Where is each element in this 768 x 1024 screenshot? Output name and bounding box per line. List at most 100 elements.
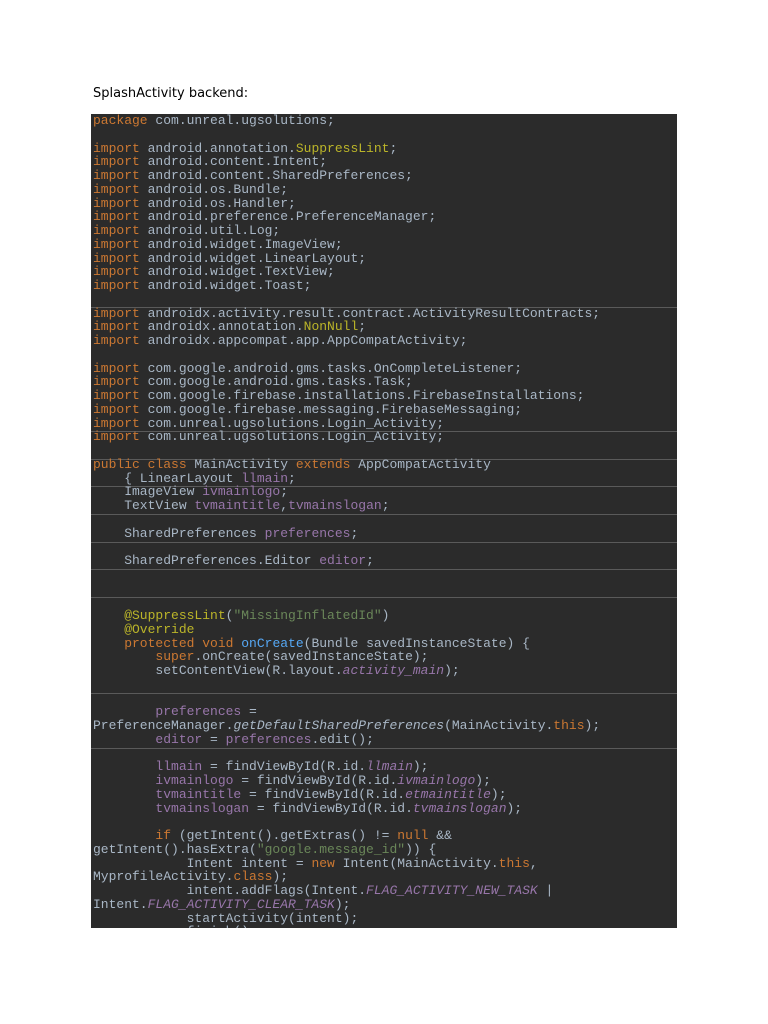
code-line: import com.unreal.ugsolutions.Login_Acti… xyxy=(93,430,600,444)
code-token: if xyxy=(155,828,172,843)
code-token: android.widget.LinearLayout; xyxy=(139,250,367,266)
code-token: )) { xyxy=(405,841,437,857)
code-line: import androidx.annotation.NonNull; xyxy=(93,320,600,334)
code-line: tvmaintitle = findViewById(R.id.etmainti… xyxy=(93,787,600,802)
code-token: TextView xyxy=(93,498,195,513)
code-line: Intent.FLAG_ACTIVITY_CLEAR_TASK); xyxy=(93,896,600,912)
code-line: import android.content.SharedPreferences… xyxy=(93,169,600,183)
code-token: preferences xyxy=(155,704,242,720)
code-line: tvmainslogan = findViewById(R.id.tvmains… xyxy=(93,800,600,816)
code-token: ivmainlogo xyxy=(155,773,234,788)
code-token: PreferenceManager. xyxy=(93,718,234,733)
code-token: tvmainslogan xyxy=(412,800,507,816)
code-token: package xyxy=(93,114,148,128)
code-token: import xyxy=(93,360,140,376)
code-token: androidx.activity.result.contract.Activi… xyxy=(139,305,601,321)
code-line: import android.preference.PreferenceMana… xyxy=(93,210,600,224)
code-token: import xyxy=(93,401,140,417)
code-token: SuppressLint xyxy=(295,140,390,156)
code-token: this xyxy=(553,718,585,733)
code-token: null xyxy=(397,828,429,843)
code-line: import android.os.Handler; xyxy=(93,195,600,211)
code-token: llmain xyxy=(366,759,413,775)
code-token: .edit(); xyxy=(311,731,374,747)
code-token: (MainActivity. xyxy=(444,718,554,733)
code-token: ) xyxy=(381,608,390,623)
code-line: import com.google.firebase.messaging.Fir… xyxy=(93,401,600,417)
code-token: ; xyxy=(288,470,296,486)
code-line: SharedPreferences preferences; xyxy=(93,526,600,541)
code-token: | xyxy=(537,883,554,898)
code-token: com.google.android.gms.tasks.OnCompleteL… xyxy=(139,360,523,376)
code-token: @Override xyxy=(93,621,195,637)
code-line: import com.google.android.gms.tasks.OnCo… xyxy=(93,360,600,376)
code-token: extends xyxy=(295,456,351,472)
code-line: import android.os.Bundle; xyxy=(93,181,600,197)
code-token: tvmaintitle xyxy=(194,498,281,513)
code-token: import xyxy=(93,195,140,211)
code-token: FLAG_ACTIVITY_NEW_TASK xyxy=(366,883,538,898)
code-block: package com.unreal.ugsolutions; import a… xyxy=(91,114,677,928)
code-token: , xyxy=(529,855,538,871)
code-token: intent.addFlags(Intent. xyxy=(93,883,367,898)
code-line: import com.unreal.ugsolutions.Login_Acti… xyxy=(93,416,600,431)
code-line: ivmainlogo = findViewById(R.id.ivmainlog… xyxy=(93,774,600,788)
code-token: com.google.firebase.installations.Fireba… xyxy=(139,388,585,403)
code-line: import androidx.activity.result.contract… xyxy=(93,305,601,321)
code-token: com.google.firebase.messaging.FirebaseMe… xyxy=(139,401,523,417)
code-listing: package com.unreal.ugsolutions; import a… xyxy=(93,114,600,928)
code-token: ); xyxy=(272,869,289,885)
code-token: tvmainslogan xyxy=(155,800,250,816)
code-token: ivmainlogo xyxy=(202,484,281,500)
code-token: "MissingInflatedId" xyxy=(233,608,382,623)
code-line: finish(); xyxy=(93,925,600,928)
code-token: import xyxy=(93,278,140,293)
code-token: = xyxy=(202,731,226,747)
code-token: = xyxy=(241,704,257,720)
code-line: super.onCreate(savedInstanceState); xyxy=(93,650,600,664)
code-line: import androidx.appcompat.app.AppCompatA… xyxy=(93,334,600,348)
code-token: android.os.Bundle; xyxy=(139,181,289,197)
code-token: onCreate xyxy=(241,635,304,651)
code-token: = findViewById(R.id. xyxy=(233,773,398,788)
code-line: package com.unreal.ugsolutions; xyxy=(93,114,600,128)
code-token: = findViewById(R.id. xyxy=(249,800,413,816)
code-line: preferences = xyxy=(93,705,600,719)
code-line: { LinearLayout llmain; xyxy=(93,470,600,486)
code-line: @Override xyxy=(93,621,600,637)
code-token: import xyxy=(93,319,140,335)
code-token: com.unreal.ugsolutions.Login_Activity; xyxy=(139,429,445,445)
code-token: FLAG_ACTIVITY_CLEAR_TASK xyxy=(147,896,335,912)
code-token: android.widget.TextView; xyxy=(139,264,335,280)
code-line: SharedPreferences.Editor editor; xyxy=(93,554,600,568)
code-token: @SuppressLint xyxy=(93,608,226,623)
code-line: if (getIntent().getExtras() != null && xyxy=(93,829,600,843)
code-line: TextView tvmaintitle,tvmainslogan; xyxy=(93,499,600,513)
code-line: llmain = findViewById(R.id.llmain); xyxy=(93,760,600,774)
code-token: com.unreal.ugsolutions; xyxy=(147,114,335,128)
code-token: setContentView(R.layout. xyxy=(93,663,343,678)
code-line: getIntent().hasExtra("google.message_id"… xyxy=(93,841,600,857)
code-token: android.widget.Toast; xyxy=(139,278,312,293)
code-token: editor xyxy=(319,553,367,568)
code-line: setContentView(R.layout.activity_main); xyxy=(93,664,600,678)
code-token: ivmainlogo xyxy=(397,773,476,788)
code-token: Intent. xyxy=(93,896,148,912)
code-token: editor xyxy=(155,731,203,747)
code-token: .onCreate(savedInstanceState); xyxy=(194,649,429,665)
code-token: MyprofileActivity. xyxy=(93,869,234,885)
code-token: getDefaultSharedPreferences xyxy=(233,718,445,733)
code-line: import android.widget.Toast; xyxy=(93,279,600,293)
